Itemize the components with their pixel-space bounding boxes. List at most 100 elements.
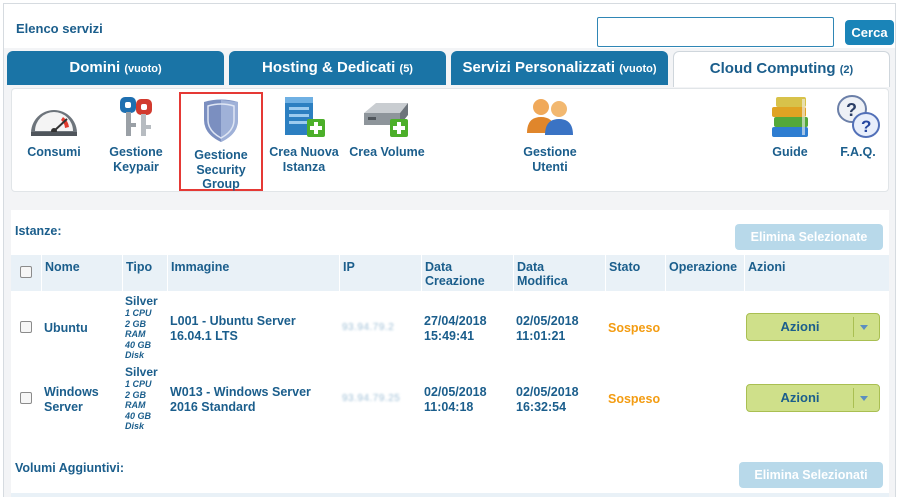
instance-modified: 02/05/2018 16:32:54 — [516, 385, 579, 414]
cloud-tools-panel: Consumi Gestione Keypair Gestione Securi… — [11, 88, 889, 192]
row-checkbox[interactable] — [20, 392, 32, 404]
header-tipo[interactable]: Tipo — [123, 255, 167, 291]
instance-ip: 93.94.79.2 — [342, 322, 395, 333]
header-label: Creazione — [425, 274, 485, 288]
dropdown-separator — [853, 388, 854, 408]
disk-add-icon — [364, 103, 408, 137]
image-line: 16.04.1 LTS — [170, 328, 238, 343]
tab-label: Domini — [69, 59, 121, 76]
services-topbar: Elenco servizi Cerca — [4, 4, 895, 48]
tab-count: (vuoto) — [619, 63, 657, 75]
tool-gestione-security-group[interactable]: Gestione Security Group — [179, 92, 263, 191]
shield-icon — [204, 99, 238, 142]
instance-name[interactable]: Windows Server — [44, 385, 99, 414]
header-label: Data — [425, 260, 453, 274]
tab-cloud-computing[interactable]: Cloud Computing (2) — [673, 51, 890, 87]
instance-type: Silver 1 CPU 2 GB RAM 40 GB Disk — [125, 295, 158, 361]
header-immagine[interactable]: Immagine — [168, 255, 339, 291]
instance-type: Silver 1 CPU 2 GB RAM 40 GB Disk — [125, 366, 158, 432]
table-row: Ubuntu Silver 1 CPU 2 GB RAM 40 GB Disk … — [11, 293, 889, 363]
tool-label: Crea Nuova — [269, 145, 339, 159]
instance-name-line: Ubuntu — [44, 321, 88, 335]
chevron-down-icon[interactable] — [860, 325, 868, 330]
header-operazione: Operazione — [666, 255, 744, 291]
date-line: 16:32:54 — [516, 399, 567, 414]
gauge-icon — [31, 110, 77, 136]
tool-gestione-utenti[interactable]: Gestione Utenti — [506, 95, 594, 174]
date-line: 11:04:18 — [424, 399, 474, 414]
tool-label: Utenti — [532, 159, 568, 174]
books-icon — [772, 97, 808, 137]
image-line: 2016 Standard — [170, 399, 256, 414]
header-data-creazione[interactable]: Data Creazione — [422, 255, 513, 291]
date-line: 15:49:41 — [424, 328, 475, 343]
header-data-modifica[interactable]: Data Modifica — [514, 255, 605, 291]
tool-label: Consumi — [27, 145, 81, 159]
header-nome[interactable]: Nome — [42, 255, 122, 291]
keys-icon — [120, 97, 152, 136]
header-stato[interactable]: Stato — [606, 255, 665, 291]
question-icon: ? ? — [837, 95, 880, 138]
status-badge: Sospeso — [608, 321, 661, 335]
tab-hosting[interactable]: Hosting & Dedicati (5) — [229, 51, 446, 85]
azioni-dropdown[interactable]: Azioni — [746, 313, 880, 341]
tool-consumi[interactable]: Consumi — [16, 97, 92, 160]
spec-line: 40 GB — [125, 410, 152, 421]
spec-line: 1 CPU — [125, 308, 152, 318]
tool-label: F.A.Q. — [840, 145, 876, 159]
spec-line: 2 GB — [125, 389, 147, 400]
search-button[interactable]: Cerca — [845, 20, 894, 45]
header-ip[interactable]: IP — [340, 255, 421, 291]
spec-line: 2 GB — [125, 318, 147, 329]
tab-servizi-personalizzati[interactable]: Servizi Personalizzati (vuoto) — [451, 51, 668, 85]
image-line: W013 - Windows Server — [170, 385, 311, 399]
instances-label: Istanze: — [15, 224, 62, 238]
azioni-dropdown[interactable]: Azioni — [746, 384, 880, 412]
tab-label: Hosting & Dedicati — [262, 59, 396, 76]
instances-panel: Istanze: Elimina Selezionate Nome Tipo I… — [11, 210, 889, 455]
instance-ip: 93.94.79.25 — [342, 393, 401, 404]
table-row: Windows Server Silver 1 CPU 2 GB RAM 40 … — [11, 364, 889, 434]
instances-table-header: Nome Tipo Immagine IP Data Creazione Dat… — [11, 255, 889, 291]
spec-line: 40 GB — [125, 339, 152, 350]
page-title: Elenco servizi — [16, 21, 103, 36]
status-badge: Sospeso — [608, 392, 661, 406]
delete-selected-volumes-button[interactable]: Elimina Selezionati — [739, 462, 883, 488]
spec-line: 1 CPU — [125, 379, 152, 389]
server-add-icon — [285, 97, 325, 137]
chevron-down-icon[interactable] — [860, 396, 868, 401]
tab-count: (vuoto) — [124, 63, 162, 75]
users-icon — [527, 99, 573, 135]
instance-modified: 02/05/2018 11:01:21 — [516, 314, 579, 343]
instance-tier: Silver — [125, 294, 158, 308]
spec-line: Disk — [125, 350, 145, 360]
instance-name[interactable]: Ubuntu — [44, 321, 88, 336]
volumes-table-header — [11, 493, 889, 497]
tool-crea-volume[interactable]: Crea Volume — [346, 95, 428, 160]
service-tabs: Domini (vuoto) Hosting & Dedicati (5) Se… — [7, 51, 890, 87]
select-all-checkbox[interactable] — [20, 266, 32, 278]
tool-label: Security — [196, 162, 246, 177]
tool-faq[interactable]: ? ? F.A.Q. — [828, 93, 888, 160]
tool-label: Group — [202, 177, 240, 191]
delete-selected-instances-button[interactable]: Elimina Selezionate — [735, 224, 883, 250]
svg-text:?: ? — [861, 117, 871, 136]
tool-label: Gestione — [194, 148, 248, 162]
tool-gestione-keypair[interactable]: Gestione Keypair — [98, 95, 174, 174]
azioni-label: Azioni — [780, 390, 820, 405]
instance-image: L001 - Ubuntu Server 16.04.1 LTS — [170, 314, 296, 343]
tab-label: Servizi Personalizzati — [462, 59, 616, 76]
tab-domini[interactable]: Domini (vuoto) — [7, 51, 224, 85]
tab-count: (2) — [839, 64, 854, 76]
dropdown-separator — [853, 317, 854, 337]
header-checkbox-cell — [11, 255, 41, 291]
tool-guide[interactable]: Guide — [760, 93, 820, 160]
date-line: 02/05/2018 — [424, 385, 487, 399]
search-input[interactable] — [597, 17, 834, 47]
row-checkbox[interactable] — [20, 321, 32, 333]
tool-label: Guide — [772, 145, 808, 159]
tool-crea-nuova-istanza[interactable]: Crea Nuova Istanza — [266, 95, 342, 174]
image-line: L001 - Ubuntu Server — [170, 314, 296, 328]
spec-line: Disk — [125, 421, 145, 431]
date-line: 27/04/2018 — [424, 314, 487, 328]
